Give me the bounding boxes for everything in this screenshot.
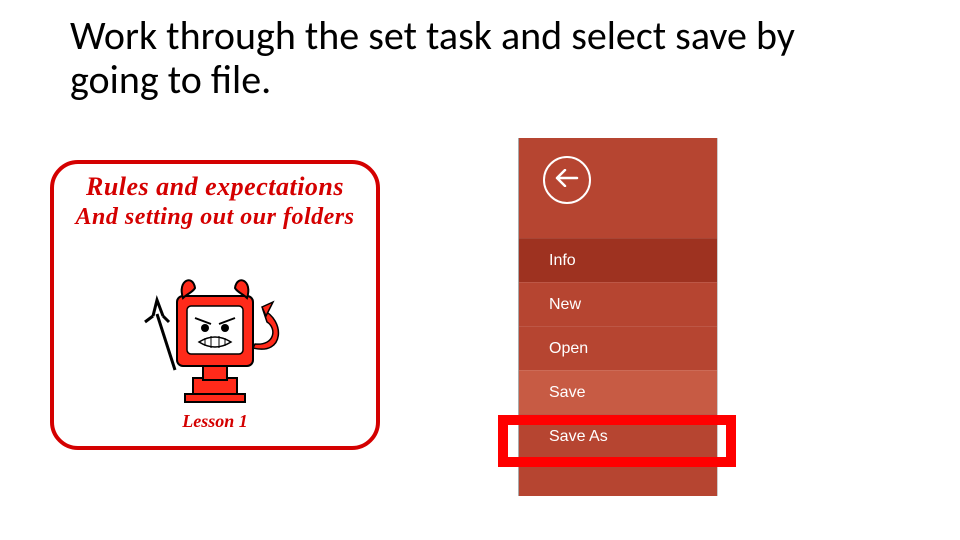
devil-computer-icon bbox=[135, 260, 295, 415]
card-title-line2: And setting out our folders bbox=[64, 204, 366, 231]
lesson-card: Rules and expectations And setting out o… bbox=[50, 160, 380, 450]
back-button[interactable] bbox=[543, 156, 591, 204]
card-title-line1: Rules and expectations bbox=[64, 172, 366, 202]
instruction-text: Work through the set task and select sav… bbox=[70, 14, 890, 102]
menu-item-label: New bbox=[549, 296, 581, 313]
menu-item-info[interactable]: Info bbox=[519, 238, 717, 282]
menu-item-label: Open bbox=[549, 340, 588, 357]
menu-item-label: Info bbox=[549, 252, 576, 269]
card-lesson-label: Lesson 1 bbox=[54, 411, 376, 432]
menu-item-open[interactable]: Open bbox=[519, 326, 717, 370]
file-menu: Info New Open Save Save As bbox=[518, 138, 718, 496]
menu-item-save[interactable]: Save bbox=[519, 370, 717, 414]
menu-item-label: Save bbox=[549, 384, 585, 401]
menu-item-save-as[interactable]: Save As bbox=[519, 414, 717, 444]
menu-item-label: Save As bbox=[549, 428, 608, 445]
file-menu-items: Info New Open Save Save As bbox=[519, 238, 717, 444]
menu-item-new[interactable]: New bbox=[519, 282, 717, 326]
back-arrow-icon bbox=[555, 169, 579, 192]
